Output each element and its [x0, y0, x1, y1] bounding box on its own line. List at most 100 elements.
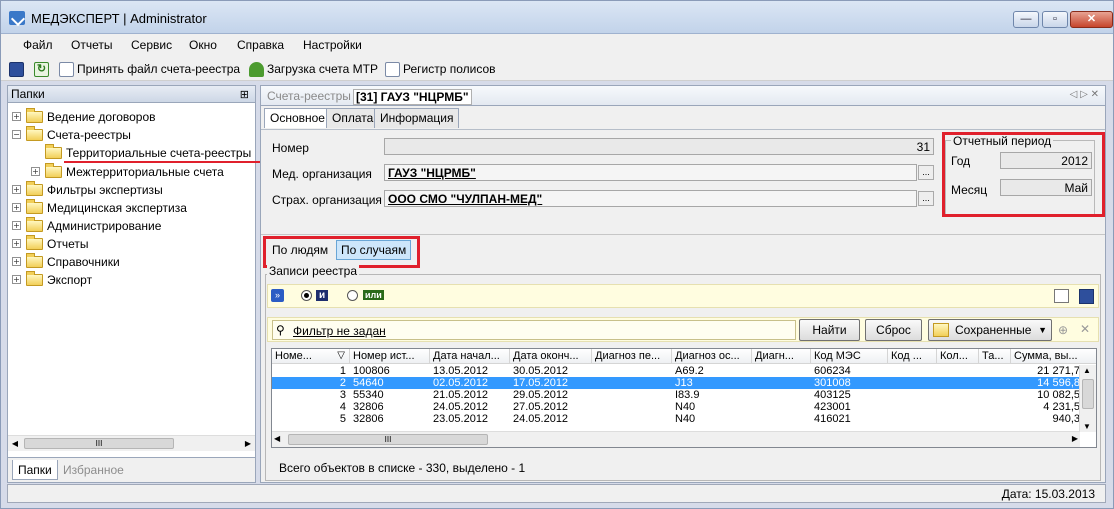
col-header-code[interactable]: Код ... [888, 349, 937, 364]
col-header-tariff[interactable]: Та... [979, 349, 1011, 364]
menu-service[interactable]: Сервис [131, 38, 172, 52]
table-row[interactable]: 4 32806 24.05.2012 27.05.2012 N40 423001… [272, 401, 1080, 413]
close-button[interactable]: ✕ [1070, 11, 1113, 28]
col-header-end-date[interactable]: Дата оконч... [510, 349, 592, 364]
by-people-button[interactable]: По людям [272, 243, 328, 257]
pin-icon[interactable]: ⊞ [240, 87, 249, 103]
grid-horizontal-scrollbar[interactable]: ◀ III ▶ [272, 431, 1080, 447]
scroll-left-icon[interactable]: ◀ [8, 437, 22, 450]
scroll-right-icon[interactable]: ▶ [1072, 434, 1078, 443]
tab-favorites[interactable]: Избранное [58, 460, 129, 480]
grid-vertical-scrollbar[interactable]: ▲ ▼ [1079, 365, 1096, 432]
menu-window[interactable]: Окно [189, 38, 217, 52]
table-row[interactable]: 3 55340 21.05.2012 29.05.2012 I83.9 4031… [272, 389, 1080, 401]
breadcrumb[interactable]: Счета-реестры [267, 89, 351, 103]
ins-org-field[interactable]: ООО СМО "ЧУЛПАН-МЕД" [384, 190, 917, 207]
tree-item-expertise-filters[interactable]: + Фильтры экспертизы [12, 180, 163, 198]
col-header-diag-primary[interactable]: Диагноз пе... [592, 349, 672, 364]
or-radio[interactable] [347, 290, 358, 301]
by-cases-button[interactable]: По случаям [336, 240, 412, 260]
refresh-button[interactable]: ↻ [34, 61, 49, 77]
menu-reports[interactable]: Отчеты [71, 38, 112, 52]
tree-item-contracts[interactable]: + Ведение договоров [12, 107, 156, 125]
expand-icon[interactable]: + [12, 185, 21, 194]
expand-icon[interactable]: + [12, 221, 21, 230]
tree-item-export[interactable]: + Экспорт [12, 270, 92, 288]
and-radio[interactable] [301, 290, 312, 301]
folder-open-icon [26, 125, 43, 141]
filter-add-icon[interactable]: ⊕ [1058, 323, 1068, 337]
col-header-diag-other[interactable]: Диагн... [752, 349, 811, 364]
ins-org-browse-button[interactable]: ... [918, 191, 934, 206]
records-title: Записи реестра [267, 264, 360, 278]
scroll-up-icon[interactable]: ▲ [1083, 366, 1091, 375]
col-header-number[interactable]: Номе... ▽ [272, 349, 350, 364]
download-arrow-icon [249, 61, 264, 77]
filter-clear-icon[interactable]: ✕ [1080, 322, 1090, 336]
expand-icon[interactable]: + [12, 257, 21, 266]
window-title: МЕДЭКСПЕРТ | Administrator [31, 11, 207, 26]
scroll-down-icon[interactable]: ▼ [1083, 422, 1091, 431]
table-row[interactable]: 5 32806 23.05.2012 24.05.2012 N40 416021… [272, 413, 1080, 425]
col-header-history[interactable]: Номер ист... [350, 349, 430, 364]
tree-item-medical-expertise[interactable]: + Медицинская экспертиза [12, 198, 187, 216]
reset-button[interactable]: Сброс [865, 319, 922, 341]
folder-icon [26, 234, 43, 250]
columns-icon[interactable] [1054, 289, 1069, 303]
scroll-left-icon[interactable]: ◀ [274, 434, 280, 443]
tab-main[interactable]: Основное [264, 108, 331, 128]
scroll-right-icon[interactable]: ▶ [241, 437, 255, 450]
table-row-selected[interactable]: 2 54640 02.05.2012 17.05.2012 J13 301008… [272, 377, 1080, 389]
menu-file[interactable]: Файл [23, 38, 53, 52]
horizontal-scrollbar[interactable]: ◀ III ▶ [8, 435, 255, 451]
scroll-thumb[interactable]: III [288, 434, 488, 445]
tree-item-interterritorial[interactable]: + Межтерриториальные счета [31, 162, 224, 180]
expand-icon[interactable]: + [12, 112, 21, 121]
col-header-sum[interactable]: Сумма, вы... [1011, 349, 1096, 364]
collapse-icon[interactable]: − [12, 130, 21, 139]
minimize-button[interactable]: — [1013, 11, 1039, 28]
expand-icon[interactable]: + [12, 239, 21, 248]
policy-registry-button[interactable]: Регистр полисов [385, 61, 496, 77]
col-header-mes-code[interactable]: Код МЭС [811, 349, 888, 364]
accept-file-button[interactable]: Принять файл счета-реестра [59, 61, 240, 77]
med-org-field[interactable]: ГАУЗ "НЦРМБ" [384, 164, 917, 181]
doc-nav-icons[interactable]: ◁ ▷ ✕ [1070, 89, 1099, 100]
med-org-label: Мед. организация [272, 167, 372, 181]
number-field[interactable]: 31 [384, 138, 934, 155]
find-button[interactable]: Найти [799, 319, 860, 341]
scroll-thumb[interactable] [1082, 379, 1094, 409]
expand-icon[interactable]: + [12, 275, 21, 284]
tree-item-territorial-invoices[interactable]: Территориальные счета-реестры [45, 143, 251, 161]
filter-field[interactable]: ⚲ Фильтр не задан [272, 320, 796, 340]
col-header-start-date[interactable]: Дата начал... [430, 349, 510, 364]
floppy-icon[interactable] [1079, 289, 1094, 304]
expand-icon[interactable]: + [31, 167, 40, 176]
tree-item-reports[interactable]: + Отчеты [12, 234, 88, 252]
tree-item-label: Медицинская экспертиза [47, 200, 187, 215]
document-title-tab[interactable]: [31] ГАУЗ "НЦРМБ" [353, 89, 472, 105]
tab-payment[interactable]: Оплата [326, 108, 380, 128]
table-row[interactable]: 1 100806 13.05.2012 30.05.2012 A69.2 606… [272, 365, 1080, 377]
save-button[interactable] [9, 61, 24, 77]
tab-info[interactable]: Информация [374, 108, 460, 128]
tree-item-invoices[interactable]: − Счета-реестры [12, 125, 131, 143]
tree-item-administration[interactable]: + Администрирование [12, 216, 161, 234]
col-header-qty[interactable]: Кол... [937, 349, 979, 364]
year-field[interactable]: 2012 [1000, 152, 1092, 169]
tree-item-directories[interactable]: + Справочники [12, 252, 120, 270]
menu-settings[interactable]: Настройки [303, 38, 362, 52]
expand-icon[interactable]: + [12, 203, 21, 212]
menu-help[interactable]: Справка [237, 38, 284, 52]
med-org-browse-button[interactable]: ... [918, 165, 934, 180]
expand-filter-icon[interactable]: » [271, 289, 284, 302]
tab-folders[interactable]: Папки [12, 460, 58, 480]
filter-status[interactable]: Фильтр не задан [293, 324, 386, 338]
month-field[interactable]: Май [1000, 179, 1092, 196]
cell-start-date: 13.05.2012 [433, 365, 489, 377]
col-header-diag-main[interactable]: Диагноз ос... [672, 349, 752, 364]
saved-filters-button[interactable]: Сохраненные ▼ [928, 319, 1052, 341]
load-mtr-button[interactable]: Загрузка счета МТР [249, 61, 378, 77]
scroll-thumb[interactable]: III [24, 438, 174, 449]
maximize-button[interactable]: ▫ [1042, 11, 1068, 28]
